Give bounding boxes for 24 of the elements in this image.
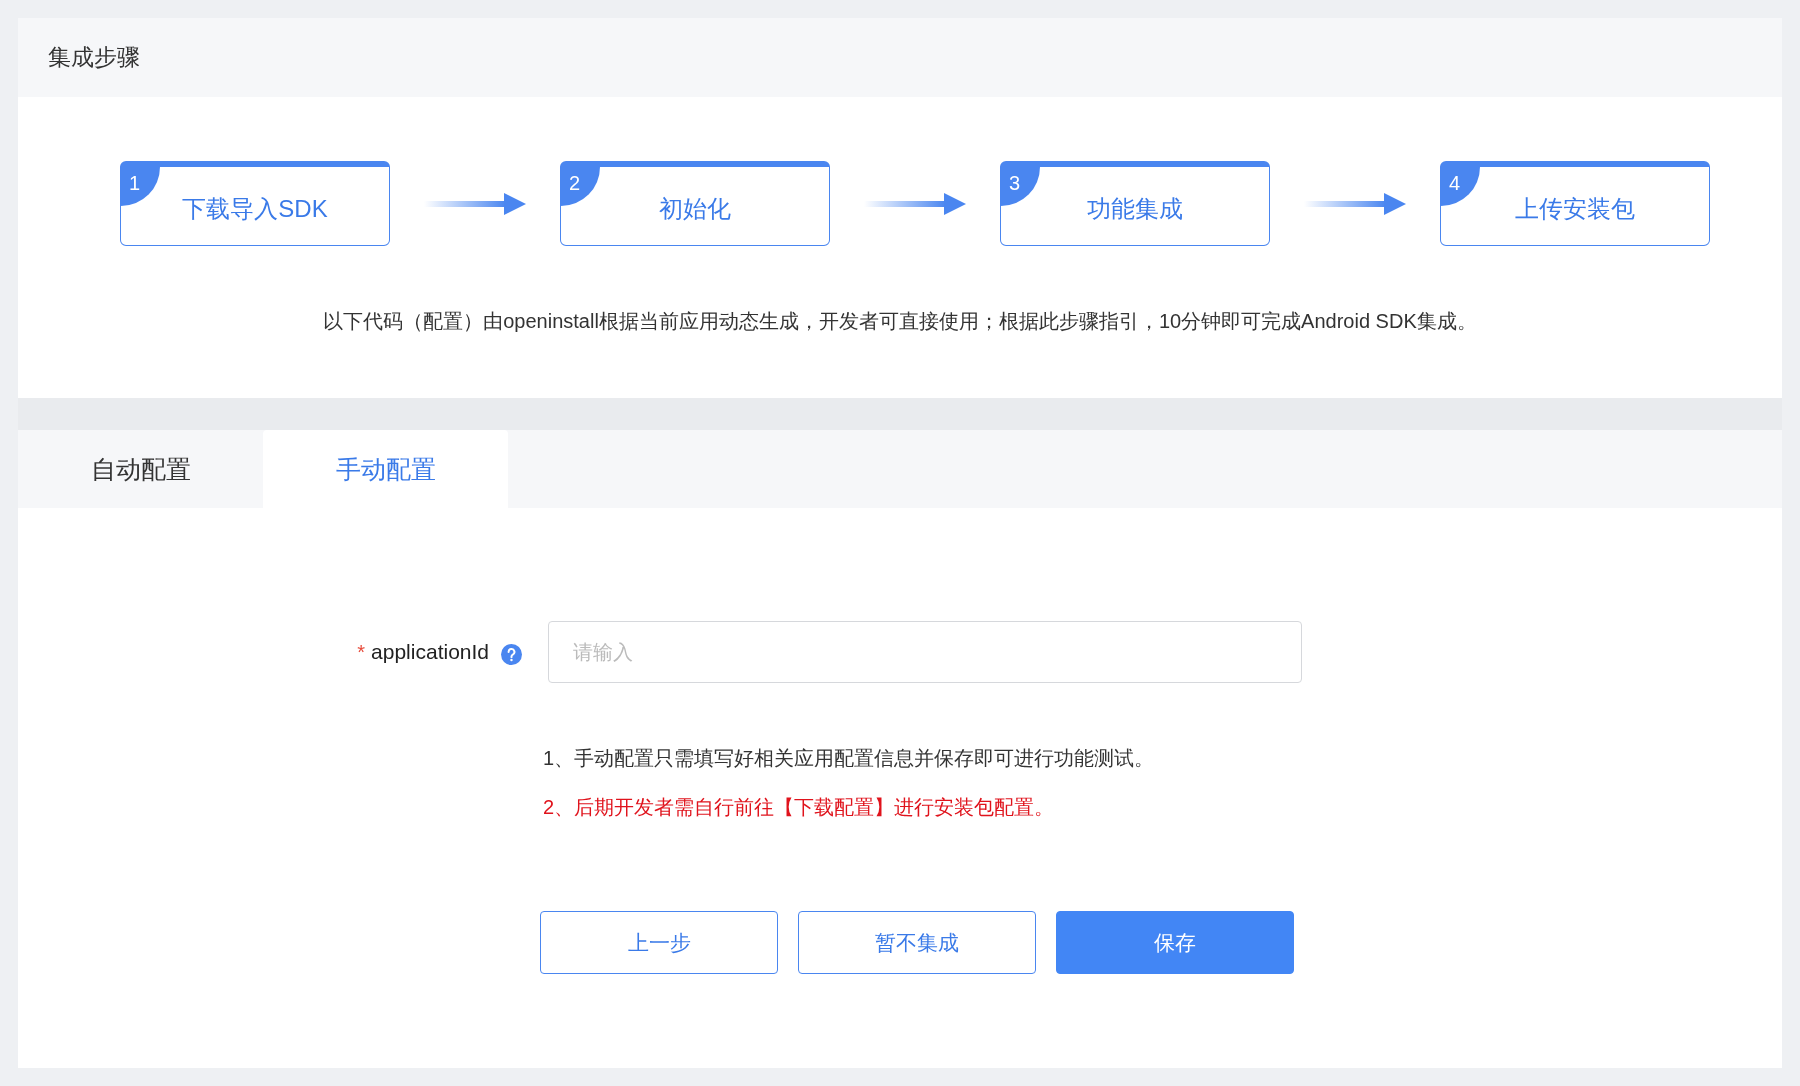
button[interactable]: 暂不集成 [798, 911, 1036, 974]
save-button[interactable]: 保存 [1056, 911, 1294, 974]
required-mark: * [357, 640, 366, 664]
arrow-icon [1304, 191, 1406, 216]
tab[interactable]: 自动配置 [18, 430, 263, 508]
step-number-badge: 3 [1001, 167, 1040, 206]
step-number-badge: 4 [1441, 167, 1480, 206]
step-number-badge: 1 [121, 167, 160, 206]
step-number-badge: 2 [561, 167, 600, 206]
note-text: 2、后期开发者需自行前往【下载配置】进行安装包配置。 [543, 795, 1056, 820]
button[interactable]: 上一步 [540, 911, 778, 974]
arrow-icon [864, 191, 966, 216]
help-icon[interactable] [501, 643, 522, 665]
note-text: 1、手动配置只需填写好相关应用配置信息并保存即可进行功能测试。 [543, 746, 1156, 771]
description-text: 以下代码（配置）由openinstall根据当前应用动态生成，开发者可直接使用；根据此步骤指引，10分钟即可完成Android SDK集成。 [323, 309, 1477, 334]
step-label: 初始化 [659, 194, 731, 224]
step-label: 上传安装包 [1515, 194, 1635, 224]
arrow-icon [424, 191, 526, 216]
field-label: applicationId [371, 640, 489, 664]
input-field[interactable]: 请输入 [548, 621, 1302, 683]
step-label: 功能集成 [1087, 194, 1183, 224]
step-label: 下载导入SDK [182, 194, 328, 224]
section-title: 集成步骤 [48, 43, 140, 72]
tab[interactable]: 手动配置 [263, 430, 508, 508]
